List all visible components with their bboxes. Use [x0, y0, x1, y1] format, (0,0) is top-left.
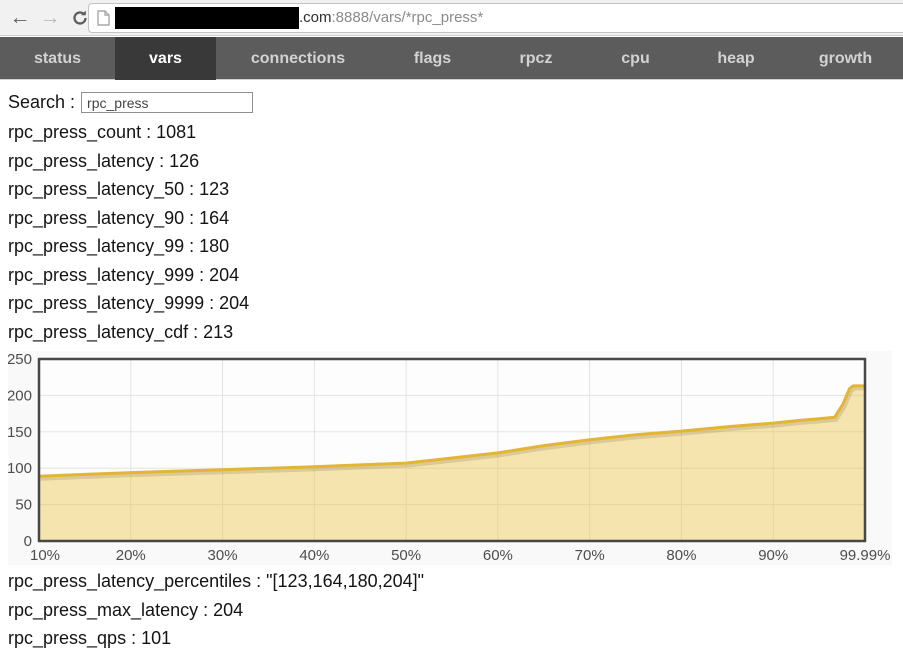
var-row-latency-999: rpc_press_latency_999 : 204: [8, 261, 903, 290]
latency-cdf-plot: 05010015020025010%20%30%40%50%60%70%80%9…: [8, 351, 892, 565]
var-value: 126: [169, 151, 199, 171]
url-text: .com:8888/vars/*rpc_press*: [299, 4, 483, 32]
var-name: rpc_press_latency_50: [8, 179, 184, 199]
search-label: Search :: [8, 92, 75, 113]
tab-rpcz[interactable]: rpcz: [485, 37, 587, 80]
var-row-max-latency: rpc_press_max_latency : 204: [8, 596, 903, 625]
var-name: rpc_press_latency_999: [8, 265, 194, 285]
url-path: :8888/vars/*rpc_press*: [332, 9, 484, 26]
latency-cdf-chart: 05010015020025010%20%30%40%50%60%70%80%9…: [8, 351, 892, 565]
tab-connections[interactable]: connections: [216, 37, 380, 80]
page-icon: [97, 10, 110, 31]
separator: :: [198, 600, 213, 620]
y-tick-label: 50: [15, 497, 32, 514]
y-tick-label: 200: [8, 387, 32, 404]
separator: :: [194, 265, 209, 285]
x-tick-label: 99.99%: [840, 547, 891, 564]
separator: :: [184, 179, 199, 199]
separator: :: [188, 322, 203, 342]
x-tick-label: 90%: [758, 547, 788, 564]
var-row-latency-50: rpc_press_latency_50 : 123: [8, 175, 903, 204]
tab-bar: status vars connections flags rpcz cpu h…: [0, 37, 903, 80]
separator: :: [184, 208, 199, 228]
tab-growth[interactable]: growth: [788, 37, 903, 80]
var-value: 213: [203, 322, 233, 342]
y-tick-label: 150: [8, 424, 32, 441]
separator: :: [251, 571, 266, 591]
tab-vars[interactable]: vars: [115, 37, 216, 80]
x-tick-label: 10%: [30, 547, 60, 564]
separator: :: [154, 151, 169, 171]
var-row-latency-9999: rpc_press_latency_9999 : 204: [8, 289, 903, 318]
var-value: 164: [199, 208, 229, 228]
var-value: 204: [219, 293, 249, 313]
var-value: 204: [209, 265, 239, 285]
forward-icon[interactable]: →: [36, 4, 64, 32]
separator: :: [141, 122, 156, 142]
vars-page: Search : rpc_press_count : 1081 rpc_pres…: [0, 92, 903, 653]
var-list: rpc_press_count : 1081 rpc_press_latency…: [8, 118, 903, 346]
separator: :: [126, 628, 141, 648]
var-name: rpc_press_max_latency: [8, 600, 198, 620]
y-tick-label: 250: [8, 351, 32, 368]
x-tick-label: 20%: [116, 547, 146, 564]
var-list-below: rpc_press_latency_percentiles : "[123,16…: [8, 567, 903, 653]
var-name: rpc_press_latency_99: [8, 236, 184, 256]
var-row-latency-99: rpc_press_latency_99 : 180: [8, 232, 903, 261]
var-name: rpc_press_latency: [8, 151, 154, 171]
var-row-count: rpc_press_count : 1081: [8, 118, 903, 147]
x-tick-label: 60%: [483, 547, 513, 564]
var-value: 180: [199, 236, 229, 256]
var-name: rpc_press_latency_9999: [8, 293, 204, 313]
var-name: rpc_press_qps: [8, 628, 126, 648]
var-name: rpc_press_latency_cdf: [8, 322, 188, 342]
var-row-latency-cdf: rpc_press_latency_cdf : 213: [8, 318, 903, 347]
url-redaction-box: [115, 7, 299, 29]
tab-cpu[interactable]: cpu: [587, 37, 684, 80]
address-bar[interactable]: .com:8888/vars/*rpc_press*: [88, 3, 903, 33]
var-row-latency-90: rpc_press_latency_90 : 164: [8, 204, 903, 233]
url-domain: .com: [299, 9, 332, 26]
var-value: "[123,164,180,204]": [266, 571, 424, 591]
var-name: rpc_press_count: [8, 122, 141, 142]
x-tick-label: 40%: [299, 547, 329, 564]
x-tick-label: 30%: [208, 547, 238, 564]
var-value: 101: [141, 628, 171, 648]
var-row-qps: rpc_press_qps : 101: [8, 624, 903, 653]
var-value: 1081: [156, 122, 196, 142]
x-tick-label: 70%: [575, 547, 605, 564]
search-row: Search :: [8, 92, 903, 113]
back-icon[interactable]: ←: [6, 4, 34, 32]
separator: :: [204, 293, 219, 313]
browser-toolbar: ← → .com:8888/vars/*rpc_press*: [0, 0, 903, 36]
tab-heap[interactable]: heap: [684, 37, 788, 80]
tab-flags[interactable]: flags: [380, 37, 485, 80]
var-name: rpc_press_latency_90: [8, 208, 184, 228]
x-tick-label: 50%: [391, 547, 421, 564]
separator: :: [184, 236, 199, 256]
var-name: rpc_press_latency_percentiles: [8, 571, 251, 591]
var-value: 204: [213, 600, 243, 620]
var-row-percentiles: rpc_press_latency_percentiles : "[123,16…: [8, 567, 903, 596]
tab-status[interactable]: status: [0, 37, 115, 80]
x-tick-label: 80%: [666, 547, 696, 564]
var-row-latency: rpc_press_latency : 126: [8, 147, 903, 176]
y-tick-label: 100: [8, 460, 32, 477]
var-value: 123: [199, 179, 229, 199]
search-input[interactable]: [81, 92, 253, 113]
